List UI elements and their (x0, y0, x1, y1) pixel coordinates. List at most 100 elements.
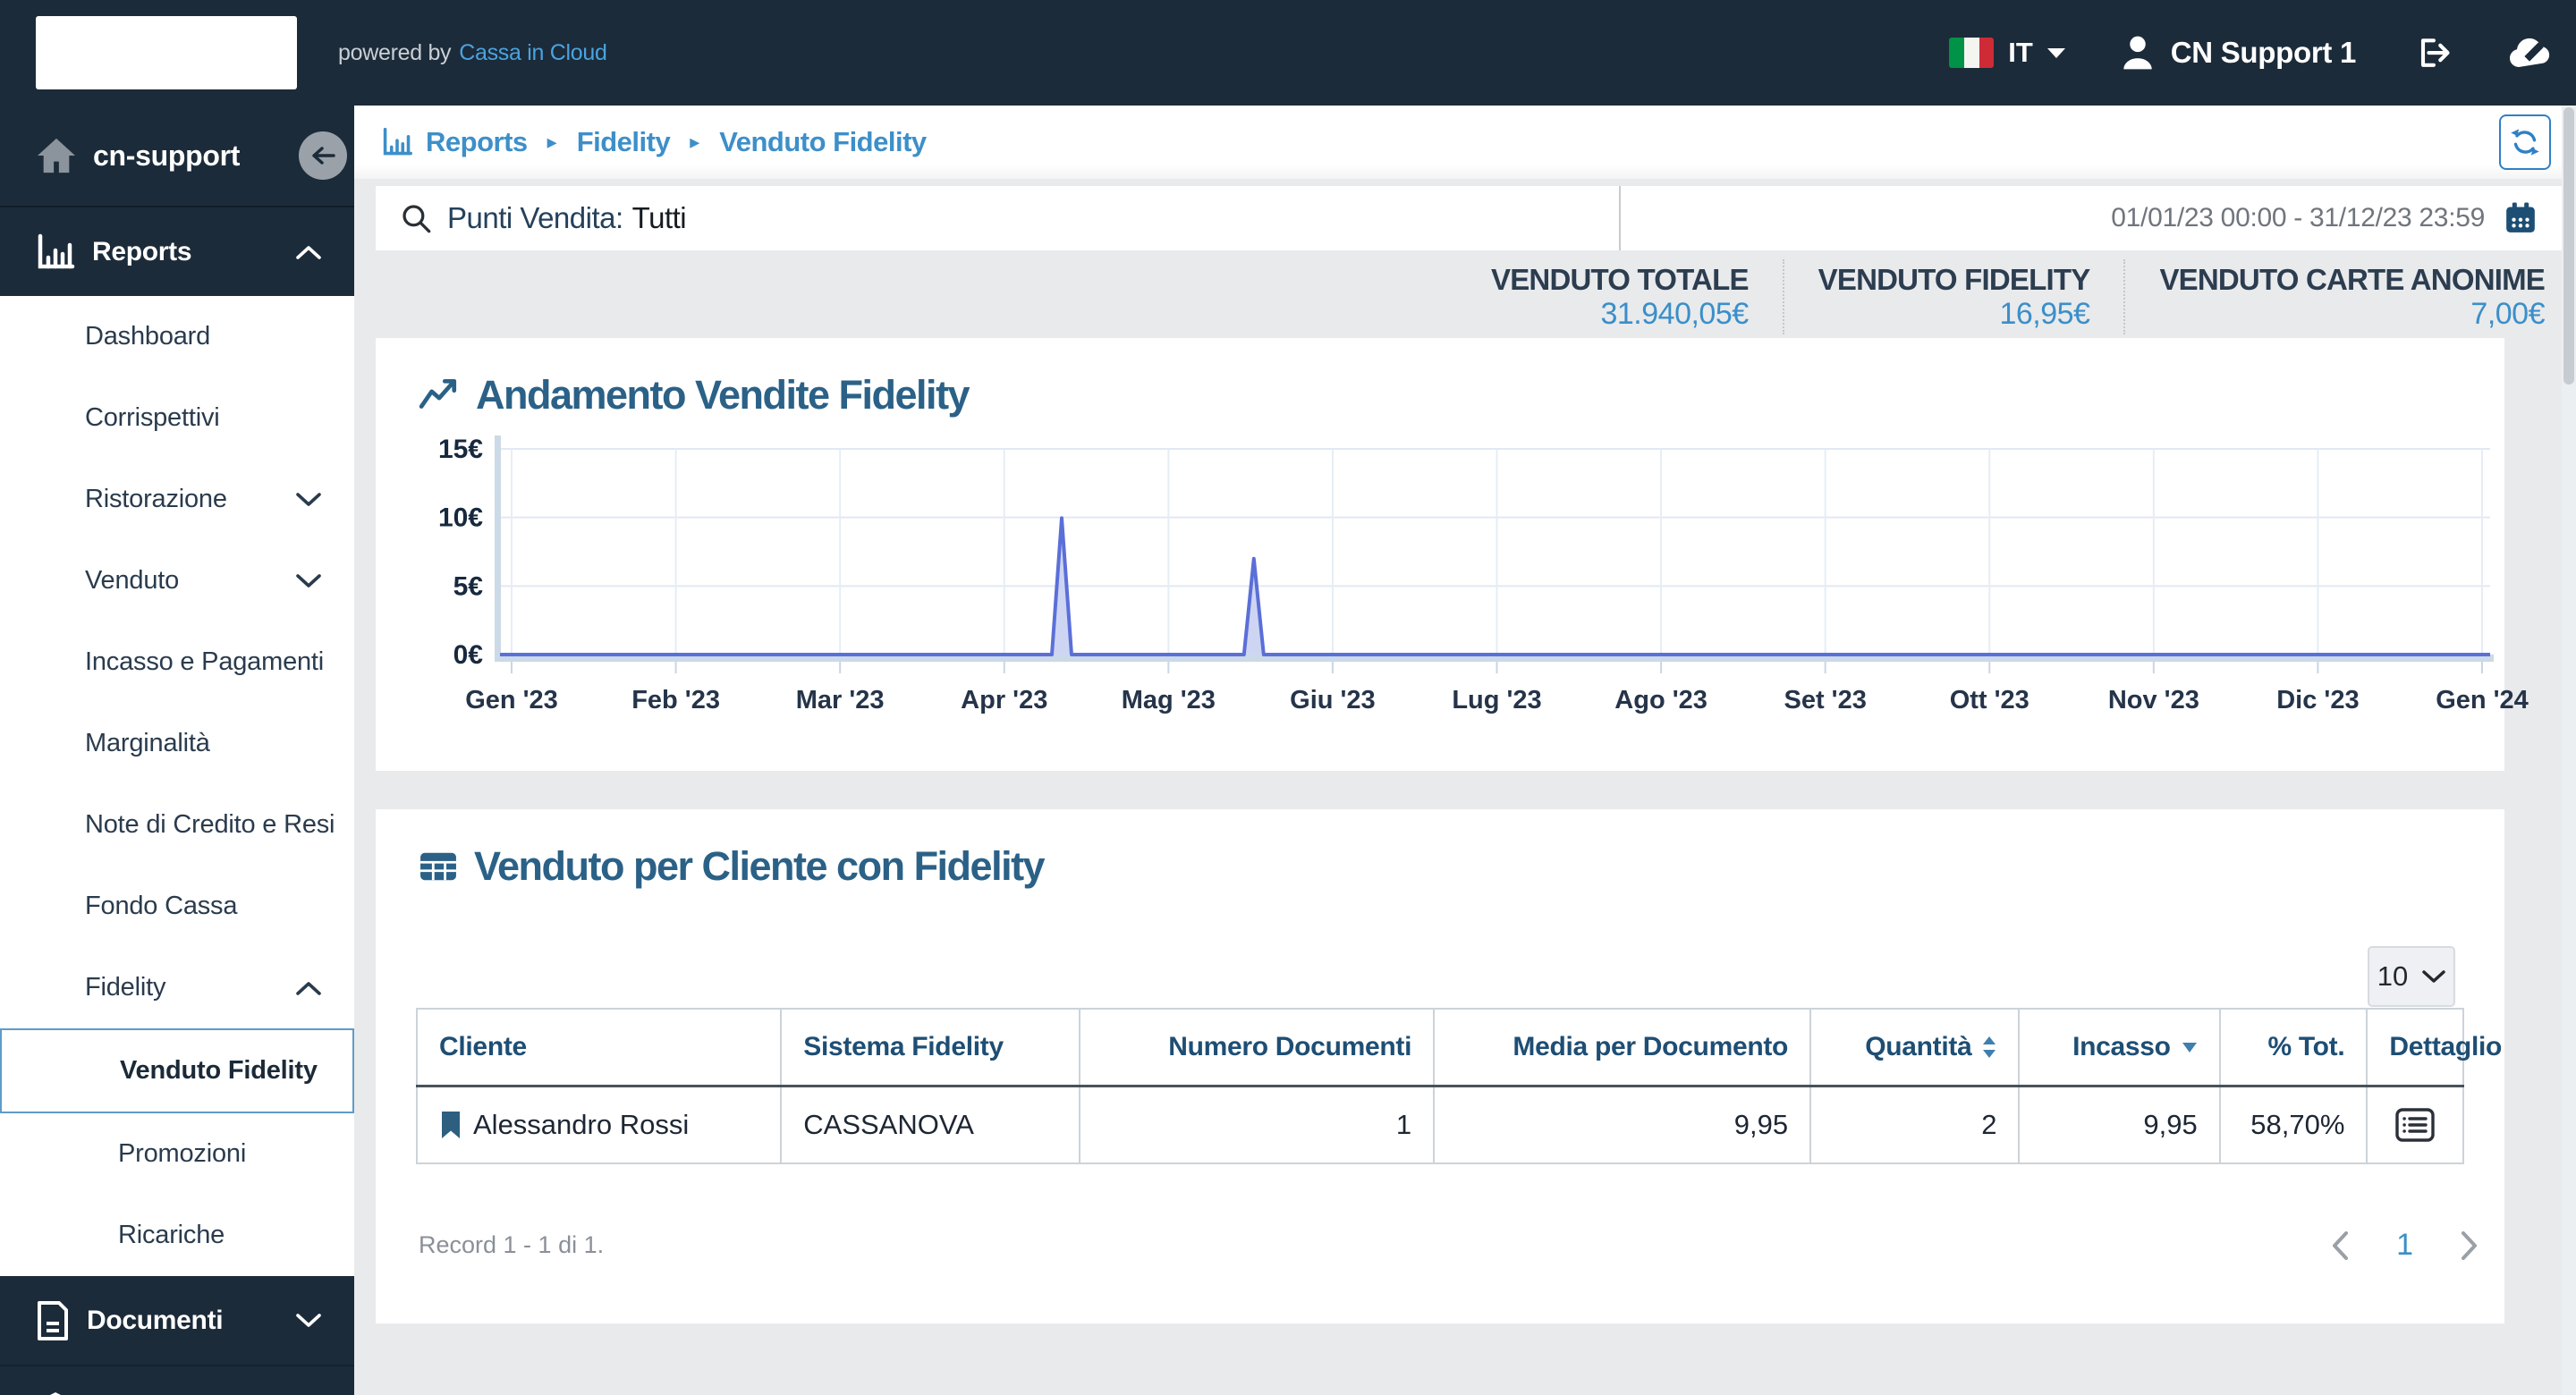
stat-label: VENDUTO TOTALE (1491, 263, 1749, 296)
chart-title-row: Andamento Vendite Fidelity (419, 372, 970, 418)
home-icon[interactable] (36, 137, 77, 174)
sidebar-item-marginalit[interactable]: Marginalità (0, 703, 354, 784)
chevron-down-icon (295, 573, 322, 589)
scrollbar-thumb[interactable] (2563, 107, 2574, 385)
svg-text:Nov '23: Nov '23 (2108, 686, 2199, 714)
customer-name: Alessandro Rossi (473, 1109, 690, 1140)
detail-button[interactable] (2394, 1107, 2436, 1143)
table-row: Alessandro Rossi CASSANOVA 1 9,95 2 9,95 58,70… (415, 1085, 2464, 1164)
customer-cell: Alessandro Rossi (439, 1109, 758, 1141)
sidebar-item-fidelity[interactable]: Fidelity (0, 947, 354, 1028)
svg-text:Set '23: Set '23 (1784, 686, 1866, 714)
cloud-sync-button[interactable] (2506, 35, 2553, 71)
page-size-select[interactable]: 10 (2368, 946, 2455, 1007)
sidebar-item-ricariche[interactable]: Ricariche (0, 1195, 354, 1276)
chevron-up-icon (295, 244, 322, 260)
filter-row: Punti Vendita: Tutti 01/01/23 00:00 - 31… (376, 186, 2562, 250)
sidebar-item-label: Marginalità (85, 729, 210, 757)
svg-text:Ago '23: Ago '23 (1614, 686, 1707, 714)
sidebar-item-ristorazione[interactable]: Ristorazione (0, 459, 354, 540)
header-label-wrap: Incasso (2072, 1032, 2198, 1062)
filter-value: Tutti (631, 201, 687, 234)
column-label: Numero Documenti (1168, 1032, 1412, 1061)
header-label-wrap: Dettaglio (2389, 1032, 2502, 1062)
stat-venduto-fidelity: VENDUTO FIDELITY 16,95€ (1782, 259, 2091, 334)
cassa-in-cloud-link[interactable]: Cassa in Cloud (459, 40, 607, 66)
logout-button[interactable] (2413, 33, 2453, 72)
breadcrumb-link-reports[interactable]: Reports (426, 126, 528, 158)
sidebar-item-label: Corrispettivi (85, 403, 220, 432)
language-selector[interactable]: IT (1949, 37, 2067, 69)
sales-by-customer-card: Venduto per Cliente con Fidelity 10 Clie… (376, 809, 2504, 1323)
sidebar-item-label: Incasso e Pagamenti (85, 647, 325, 676)
current-page[interactable]: 1 (2396, 1228, 2413, 1263)
sidebar-item-promozioni[interactable]: Promozioni (0, 1113, 354, 1195)
user-icon (2123, 36, 2152, 70)
table-grid-icon (419, 850, 458, 884)
main-content: Reports ▸ Fidelity ▸ Venduto Fidelity Pu… (354, 106, 2562, 1395)
boxes-icon (34, 1390, 77, 1395)
cell-quantit: 2 (1809, 1085, 2021, 1164)
sidebar-item-note-di-credito-e-resi[interactable]: Note di Credito e Resi (0, 784, 354, 866)
workspace-name: cn-support (93, 139, 241, 172)
reports-chart-icon (381, 127, 413, 157)
table-header-row: Cliente Sistema Fidelity Numero Documenti M… (415, 1008, 2502, 1087)
language-code: IT (2008, 37, 2033, 68)
header-label-wrap: Quantità (1865, 1032, 1996, 1062)
user-menu[interactable]: CN Support 1 (2119, 33, 2356, 72)
svg-text:Lug '23: Lug '23 (1452, 686, 1541, 714)
chevron-down-icon (295, 492, 322, 508)
breadcrumb-link-fidelity[interactable]: Fidelity (577, 126, 671, 158)
cell-sistema-fidelity: CASSANOVA (780, 1085, 1081, 1164)
top-navbar: powered by Cassa in Cloud IT CN Support … (0, 0, 2576, 106)
page-scrollbar[interactable] (2562, 106, 2576, 1395)
header-label-wrap: Cliente (439, 1032, 527, 1062)
sidebar-header: cn-support (0, 106, 354, 207)
sidebar-item-incasso-e-pagamenti[interactable]: Incasso e Pagamenti (0, 621, 354, 703)
stat-value: 16,95€ (1999, 297, 2090, 331)
stat-label: VENDUTO CARTE ANONIME (2159, 263, 2545, 296)
sidebar-item-magazzino[interactable]: Magazzino (0, 1365, 354, 1395)
svg-text:Giu '23: Giu '23 (1290, 686, 1376, 714)
date-range-picker[interactable]: 01/01/23 00:00 - 31/12/23 23:59 (1619, 186, 2562, 250)
user-name: CN Support 1 (2170, 36, 2357, 69)
chevron-left-icon (2333, 1230, 2349, 1260)
stat-label: VENDUTO FIDELITY (1818, 263, 2091, 296)
bookmark-icon (439, 1111, 462, 1139)
chevron-down-icon (2422, 970, 2445, 983)
column-label: % Tot. (2267, 1032, 2345, 1061)
refresh-icon (2511, 129, 2539, 156)
next-page-button[interactable] (2460, 1230, 2479, 1261)
sidebar-item-venduto[interactable]: Venduto (0, 540, 354, 621)
sidebar-item-label: Documenti (87, 1305, 224, 1335)
table-title: Venduto per Cliente con Fidelity (474, 843, 1046, 889)
document-icon (34, 1299, 72, 1342)
sidebar-item-label: Promozioni (118, 1139, 247, 1168)
svg-text:0€: 0€ (453, 640, 484, 670)
table-header-quantit[interactable]: Quantità (1809, 1008, 2021, 1087)
breadcrumb-separator-icon: ▸ (547, 131, 557, 153)
header-label-wrap: % Tot. (2267, 1032, 2344, 1062)
svg-text:Mag '23: Mag '23 (1122, 686, 1216, 714)
cell-numero-documenti: 1 (1079, 1085, 1436, 1164)
topbar-right-cluster: IT CN Support 1 (1949, 0, 2553, 106)
previous-page-button[interactable] (2330, 1230, 2350, 1261)
column-label: Quantità (1865, 1032, 1972, 1061)
breadcrumb-link-venduto-fidelity[interactable]: Venduto Fidelity (719, 126, 927, 158)
logo-placeholder[interactable] (36, 16, 297, 89)
sidebar-item-fondo-cassa[interactable]: Fondo Cassa (0, 866, 354, 947)
sidebar-item-corrispettivi[interactable]: Corrispettivi (0, 377, 354, 459)
sidebar-collapse-button[interactable] (299, 131, 347, 180)
sales-point-filter[interactable]: Punti Vendita: Tutti (376, 186, 1619, 250)
sort-icon (1982, 1036, 1996, 1059)
table-header-incasso[interactable]: Incasso (2018, 1008, 2221, 1087)
sidebar-item-venduto-fidelity[interactable]: Venduto Fidelity (0, 1028, 354, 1113)
refresh-button[interactable] (2499, 114, 2551, 170)
cloud-icon (2509, 38, 2550, 67)
sidebar-item-reports[interactable]: Reports (0, 207, 354, 296)
svg-text:Mar '23: Mar '23 (796, 686, 885, 714)
sidebar-item-dashboard[interactable]: Dashboard (0, 296, 354, 377)
sidebar-item-documenti[interactable]: Documenti (0, 1276, 354, 1365)
bar-chart-icon (34, 232, 77, 272)
table-header-cliente: Cliente (415, 1008, 783, 1087)
